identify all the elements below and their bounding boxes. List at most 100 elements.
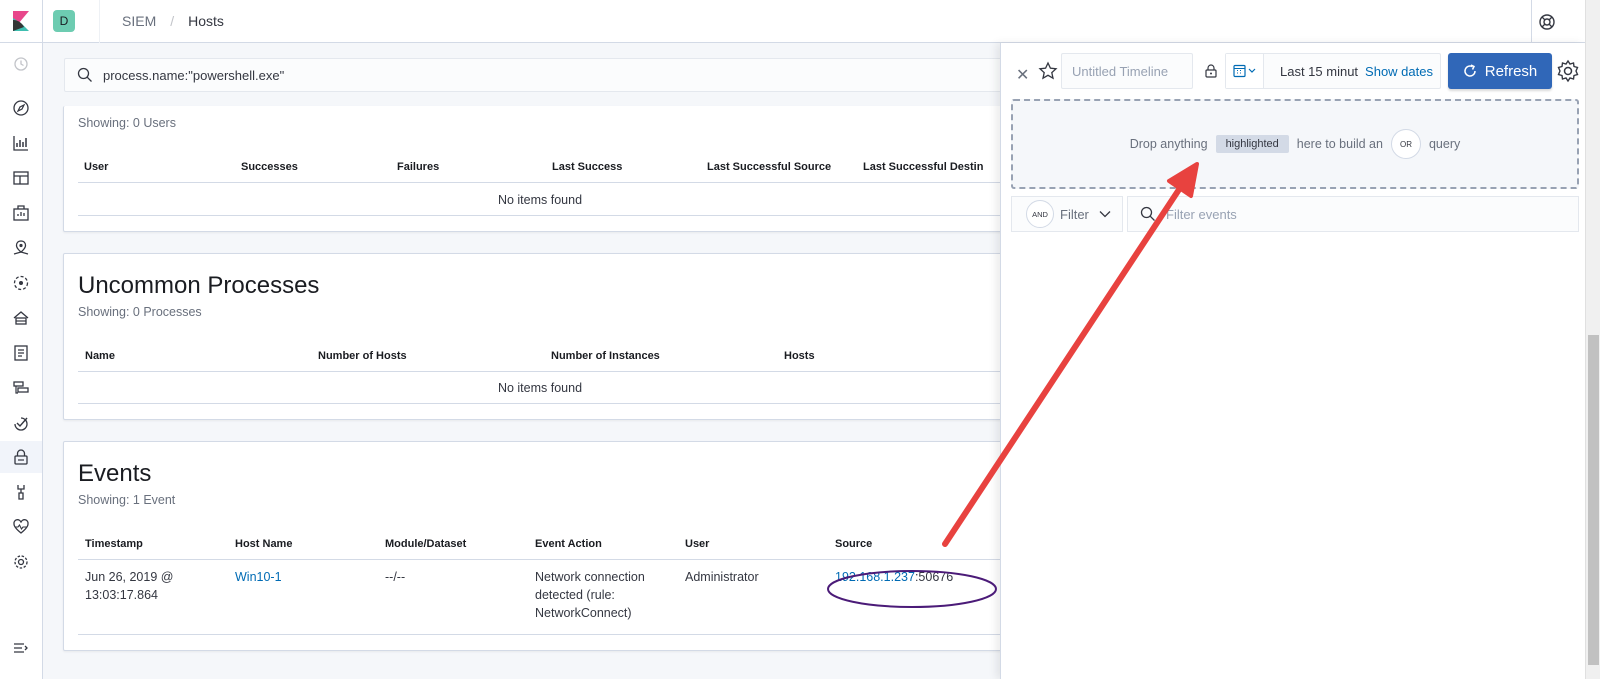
scrollbar-thumb[interactable]	[1588, 335, 1599, 665]
help-lifebuoy-icon[interactable]	[1537, 12, 1557, 32]
siem-lock-icon[interactable]	[12, 448, 30, 466]
col-failures[interactable]: Failures	[397, 161, 439, 173]
refresh-icon	[1463, 64, 1476, 77]
breadcrumb: SIEM / Hosts	[99, 0, 224, 43]
table-row-divider	[78, 634, 1002, 635]
events-count: Showing: 1 Event	[78, 493, 176, 507]
col-timestamp[interactable]: Timestamp	[85, 538, 143, 550]
col-last-successful-destination[interactable]: Last Successful Destin	[863, 161, 983, 173]
event-action-line-3: NetworkConnect)	[535, 606, 632, 620]
space-avatar[interactable]: D	[53, 10, 75, 32]
table-header-divider	[78, 182, 1002, 183]
favorite-star-icon[interactable]	[1038, 61, 1058, 81]
lock-icon[interactable]	[1204, 64, 1218, 78]
users-count: Showing: 0 Users	[78, 116, 176, 130]
col-user[interactable]: User	[84, 161, 108, 173]
event-module: --/--	[385, 570, 406, 584]
breadcrumb-hosts: Hosts	[188, 13, 224, 29]
dev-tools-wrench-icon[interactable]	[12, 483, 30, 501]
refresh-button[interactable]: Refresh	[1448, 53, 1552, 89]
filter-events-placeholder: Filter events	[1166, 206, 1237, 222]
breadcrumb-siem[interactable]: SIEM	[122, 13, 156, 29]
search-query-text: process.name:"powershell.exe"	[103, 67, 285, 83]
events-panel: Events Showing: 1 Event Timestamp Host N…	[63, 441, 1003, 651]
kibana-logo[interactable]	[0, 0, 43, 43]
stack-monitoring-heart-icon[interactable]	[12, 518, 30, 536]
filter-events-input[interactable]: Filter events	[1127, 196, 1579, 232]
event-action: Network connection detected (rule: Netwo…	[535, 568, 645, 622]
timeline-drop-zone[interactable]: Drop anything highlighted here to build …	[1011, 99, 1579, 189]
event-timestamp-time: 13:03:17.864	[85, 588, 158, 602]
logs-icon[interactable]	[12, 344, 30, 362]
and-badge: AND	[1026, 200, 1054, 228]
col-event-action[interactable]: Event Action	[535, 538, 602, 550]
collapse-nav-icon[interactable]	[12, 639, 30, 657]
col-module-dataset[interactable]: Module/Dataset	[385, 538, 466, 550]
event-source-port: :50676	[914, 570, 954, 584]
col-last-successful-source[interactable]: Last Successful Source	[707, 161, 831, 173]
event-source-ip-draggable[interactable]: 192.168.1.237	[835, 570, 915, 584]
canvas-icon[interactable]	[12, 204, 30, 222]
infrastructure-icon[interactable]	[12, 309, 30, 327]
event-timestamp-date: Jun 26, 2019 @	[85, 570, 174, 584]
or-badge: OR	[1390, 129, 1421, 159]
recently-viewed-icon[interactable]	[12, 55, 30, 73]
show-dates-link[interactable]: Show dates	[1365, 64, 1433, 79]
col-last-success[interactable]: Last Success	[552, 161, 622, 173]
header-divider	[1531, 0, 1532, 43]
main-content: process.name:"powershell.exe" Showing: 0…	[43, 43, 1003, 679]
event-source: 192.168.1.237:50676	[835, 568, 953, 586]
processes-count: Showing: 0 Processes	[78, 305, 202, 319]
filter-label: Filter	[1060, 206, 1089, 222]
discover-compass-icon[interactable]	[12, 99, 30, 117]
close-timeline-icon[interactable]: ✕	[1016, 65, 1029, 85]
table-row-divider	[78, 215, 1002, 216]
event-host-link[interactable]: Win10-1	[235, 568, 282, 586]
col-number-of-hosts[interactable]: Number of Hosts	[318, 350, 407, 362]
event-action-line-1: Network connection	[535, 570, 645, 584]
table-header-divider	[78, 559, 1002, 560]
table-header-divider	[78, 371, 1002, 372]
kql-search-bar[interactable]: process.name:"powershell.exe"	[64, 58, 1003, 92]
dashboard-icon[interactable]	[12, 169, 30, 187]
settings-gear-icon[interactable]	[1556, 59, 1580, 83]
top-header: D SIEM / Hosts	[0, 0, 1585, 43]
kibana-logo-icon	[13, 11, 29, 31]
timeline-title-input[interactable]: Untitled Timeline	[1061, 53, 1193, 89]
quick-menu-button[interactable]	[1226, 54, 1264, 88]
date-range-label: Last 15 minut	[1280, 63, 1359, 79]
date-picker[interactable]: Last 15 minut Show dates	[1225, 53, 1441, 89]
search-icon	[1140, 206, 1155, 221]
drop-text-1: Drop anything	[1129, 137, 1208, 151]
chevron-down-icon	[1099, 211, 1111, 218]
uncommon-processes-panel: Uncommon Processes Showing: 0 Processes …	[63, 253, 1003, 420]
event-timestamp: Jun 26, 2019 @ 13:03:17.864	[85, 568, 173, 604]
uptime-icon[interactable]	[12, 414, 30, 432]
drop-text-2: here to build an	[1296, 137, 1383, 151]
machine-learning-icon[interactable]	[12, 274, 30, 292]
col-name[interactable]: Name	[85, 350, 115, 362]
col-number-of-instances[interactable]: Number of Instances	[551, 350, 660, 362]
search-icon	[77, 67, 92, 82]
visualize-chart-icon[interactable]	[12, 134, 30, 152]
highlighted-badge: highlighted	[1215, 135, 1289, 153]
col-successes[interactable]: Successes	[241, 161, 298, 173]
drop-text-3: query	[1428, 137, 1461, 151]
col-hosts[interactable]: Hosts	[784, 350, 815, 362]
events-title: Events	[78, 460, 152, 487]
col-source[interactable]: Source	[835, 538, 872, 550]
col-user[interactable]: User	[685, 538, 709, 550]
apm-icon[interactable]	[12, 379, 30, 397]
left-nav	[0, 43, 43, 679]
breadcrumb-separator: /	[170, 13, 175, 29]
table-row-divider	[78, 403, 1002, 404]
filter-dropdown[interactable]: AND Filter	[1011, 196, 1123, 232]
page-scrollbar[interactable]	[1585, 0, 1600, 679]
processes-title: Uncommon Processes	[78, 272, 320, 299]
management-gear-icon[interactable]	[12, 553, 30, 571]
processes-empty-message: No items found	[497, 381, 583, 395]
maps-icon[interactable]	[12, 239, 30, 257]
event-user: Administrator	[685, 570, 759, 584]
users-empty-message: No items found	[497, 193, 583, 207]
col-host-name[interactable]: Host Name	[235, 538, 292, 550]
